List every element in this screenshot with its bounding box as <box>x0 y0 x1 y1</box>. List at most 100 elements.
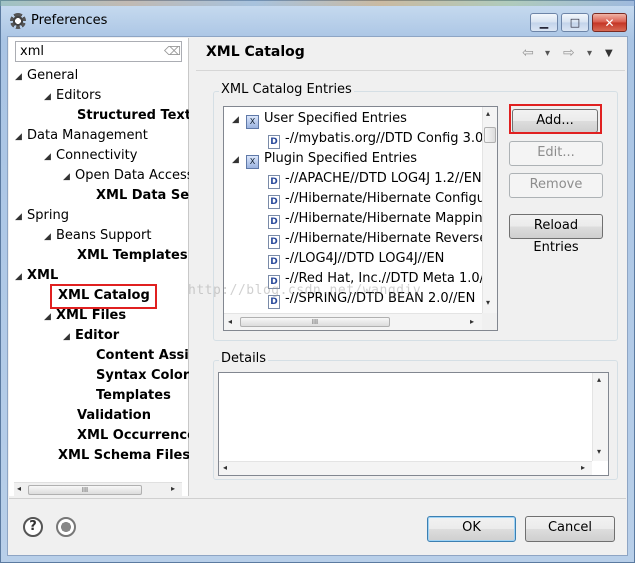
tree-item-label: Validation <box>77 408 151 423</box>
tree-item-general[interactable]: ◢ General <box>15 66 78 86</box>
entry-row[interactable]: D -//LOG4J//DTD LOG4J//EN <box>268 249 444 269</box>
entry-row[interactable]: D -//Hibernate/Hibernate Configura <box>268 189 498 209</box>
tree-item-label: Templates <box>96 388 171 403</box>
details-label: Details <box>219 351 269 366</box>
view-menu-icon[interactable]: ▼ <box>605 48 613 59</box>
tree-item-connectivity[interactable]: ◢ Connectivity <box>44 146 137 166</box>
tree-item-label: Syntax Colori <box>96 368 189 383</box>
tree-item-editor[interactable]: ◢ Editor <box>63 326 119 346</box>
tree-item-validation[interactable]: Validation <box>77 406 151 426</box>
expand-twisty-icon[interactable]: ◢ <box>15 127 27 147</box>
add-button-highlight <box>509 104 602 134</box>
tree-item-xml-schema-files[interactable]: XML Schema Files <box>58 446 189 466</box>
expand-twisty-icon[interactable]: ◢ <box>44 227 56 247</box>
minimize-button[interactable]: ▁ <box>530 13 558 32</box>
tree-item-editors[interactable]: ◢ Editors <box>44 86 101 106</box>
edit-button[interactable]: Edit... <box>509 141 603 166</box>
close-button[interactable]: ✕ <box>592 13 627 32</box>
clear-filter-icon[interactable]: ⌫ <box>164 44 181 58</box>
filter-input[interactable] <box>15 41 182 62</box>
entry-row[interactable]: D -//APACHE//DTD LOG4J 1.2//EN <box>268 169 482 189</box>
expand-twisty-icon[interactable]: ◢ <box>63 327 75 347</box>
expand-twisty-icon[interactable]: ◢ <box>232 150 246 170</box>
titlebar[interactable]: Preferences ▁ □ ✕ <box>0 0 635 40</box>
tree-item-xml-templates[interactable]: XML Templates <box>77 246 188 266</box>
entry-label: -//Hibernate/Hibernate Reverse E <box>285 231 498 246</box>
cancel-button[interactable]: Cancel <box>525 516 615 542</box>
maximize-button[interactable]: □ <box>561 13 589 32</box>
entry-label: User Specified Entries <box>264 111 407 126</box>
scroll-right-icon[interactable]: ▸ <box>171 484 175 493</box>
catalog-icon: X <box>246 155 259 169</box>
entry-row[interactable]: D -//Hibernate/Hibernate Reverse E <box>268 229 498 249</box>
scroll-up-icon[interactable]: ▴ <box>486 109 490 118</box>
tree-item-xml-files[interactable]: ◢ XML Files <box>44 306 126 326</box>
tree-item-spring[interactable]: ◢ Spring <box>15 206 69 226</box>
dtd-file-icon: D <box>268 235 280 249</box>
expand-twisty-icon[interactable]: ◢ <box>15 207 27 227</box>
scroll-down-icon[interactable]: ▾ <box>597 447 601 456</box>
tree-item-label: Spring <box>27 208 69 223</box>
help-icon[interactable]: ? <box>23 517 43 537</box>
back-dropdown-icon[interactable]: ▾ <box>545 48 550 59</box>
scroll-right-icon[interactable]: ▸ <box>581 463 585 472</box>
tree-item-label: Structured Text E <box>77 108 189 123</box>
back-arrow-icon[interactable]: ⇦ <box>522 45 534 61</box>
dtd-file-icon: D <box>268 135 280 149</box>
entry-label: -//mybatis.org//DTD Config 3.0//I <box>285 131 496 146</box>
tree-item-label: XML Templates <box>77 248 188 263</box>
preferences-gear-icon <box>10 13 26 29</box>
forward-dropdown-icon[interactable]: ▾ <box>587 48 592 59</box>
tree-item-label: Open Data Access <box>75 168 189 183</box>
expand-twisty-icon[interactable]: ◢ <box>15 67 27 87</box>
details-horizontal-scrollbar[interactable]: ◂ ▸ <box>219 461 592 475</box>
ok-button[interactable]: OK <box>427 516 516 542</box>
tree-item-xml-occurrences[interactable]: XML Occurrences <box>77 426 189 446</box>
tree-item-xml-data-set[interactable]: XML Data Set <box>96 186 189 206</box>
expand-twisty-icon[interactable]: ◢ <box>44 307 56 327</box>
details-vertical-scrollbar[interactable]: ▴ ▾ <box>592 373 608 461</box>
expand-twisty-icon[interactable]: ◢ <box>15 267 27 287</box>
scroll-thumb[interactable] <box>484 127 496 143</box>
remove-button[interactable]: Remove <box>509 173 603 198</box>
window-title: Preferences <box>31 13 108 28</box>
entry-label: -//Hibernate/Hibernate Mapping <box>285 211 491 226</box>
forward-arrow-icon[interactable]: ⇨ <box>563 45 575 61</box>
tree-item-label: Editors <box>56 88 102 103</box>
tree-item-label: XML <box>27 268 59 283</box>
expand-twisty-icon[interactable]: ◢ <box>44 147 56 167</box>
catalog-icon: X <box>246 115 259 129</box>
entry-row[interactable]: D -//Hibernate/Hibernate Mapping <box>268 209 491 229</box>
scroll-thumb[interactable]: III <box>240 317 390 327</box>
tree-item-label: Content Assis <box>96 348 189 363</box>
scroll-left-icon[interactable]: ◂ <box>223 463 227 472</box>
expand-twisty-icon[interactable]: ◢ <box>63 167 75 187</box>
tree-horizontal-scrollbar[interactable]: ◂ III ▸ <box>14 482 182 496</box>
entry-row[interactable]: D -//mybatis.org//DTD Config 3.0//I <box>268 129 496 149</box>
preference-tree: ◢General ◢Editors Structured Text E ◢Dat… <box>9 66 189 481</box>
entry-group-plugin[interactable]: ◢ X Plugin Specified Entries <box>232 149 417 169</box>
tree-item-beans-support[interactable]: ◢ Beans Support <box>44 226 151 246</box>
scroll-left-icon[interactable]: ◂ <box>17 484 21 493</box>
tree-item-templates[interactable]: Templates <box>96 386 171 406</box>
scroll-down-icon[interactable]: ▾ <box>486 298 490 307</box>
entry-group-user[interactable]: ◢ X User Specified Entries <box>232 109 407 129</box>
scroll-right-icon[interactable]: ▸ <box>470 317 474 326</box>
scroll-thumb[interactable]: III <box>28 485 142 495</box>
scroll-up-icon[interactable]: ▴ <box>597 375 601 384</box>
entries-vertical-scrollbar[interactable]: ▴ ▾ <box>482 107 497 313</box>
tree-item-structured-text-editors[interactable]: Structured Text E <box>77 106 189 126</box>
tree-item-data-management[interactable]: ◢ Data Management <box>15 126 148 146</box>
tree-item-syntax-coloring[interactable]: Syntax Colori <box>96 366 189 386</box>
xml-catalog-highlight <box>50 284 157 309</box>
tree-item-content-assist[interactable]: Content Assis <box>96 346 189 366</box>
reload-entries-button[interactable]: Reload Entries <box>509 214 603 255</box>
expand-twisty-icon[interactable]: ◢ <box>44 87 56 107</box>
tree-item-open-data-access[interactable]: ◢ Open Data Access <box>63 166 189 186</box>
record-preferences-icon[interactable] <box>56 517 76 537</box>
entries-horizontal-scrollbar[interactable]: ◂ III ▸ <box>224 313 482 330</box>
tree-item-xml[interactable]: ◢ XML <box>15 266 58 286</box>
entry-label: -//Hibernate/Hibernate Configura <box>285 191 498 206</box>
scroll-left-icon[interactable]: ◂ <box>228 317 232 326</box>
expand-twisty-icon[interactable]: ◢ <box>232 110 246 130</box>
